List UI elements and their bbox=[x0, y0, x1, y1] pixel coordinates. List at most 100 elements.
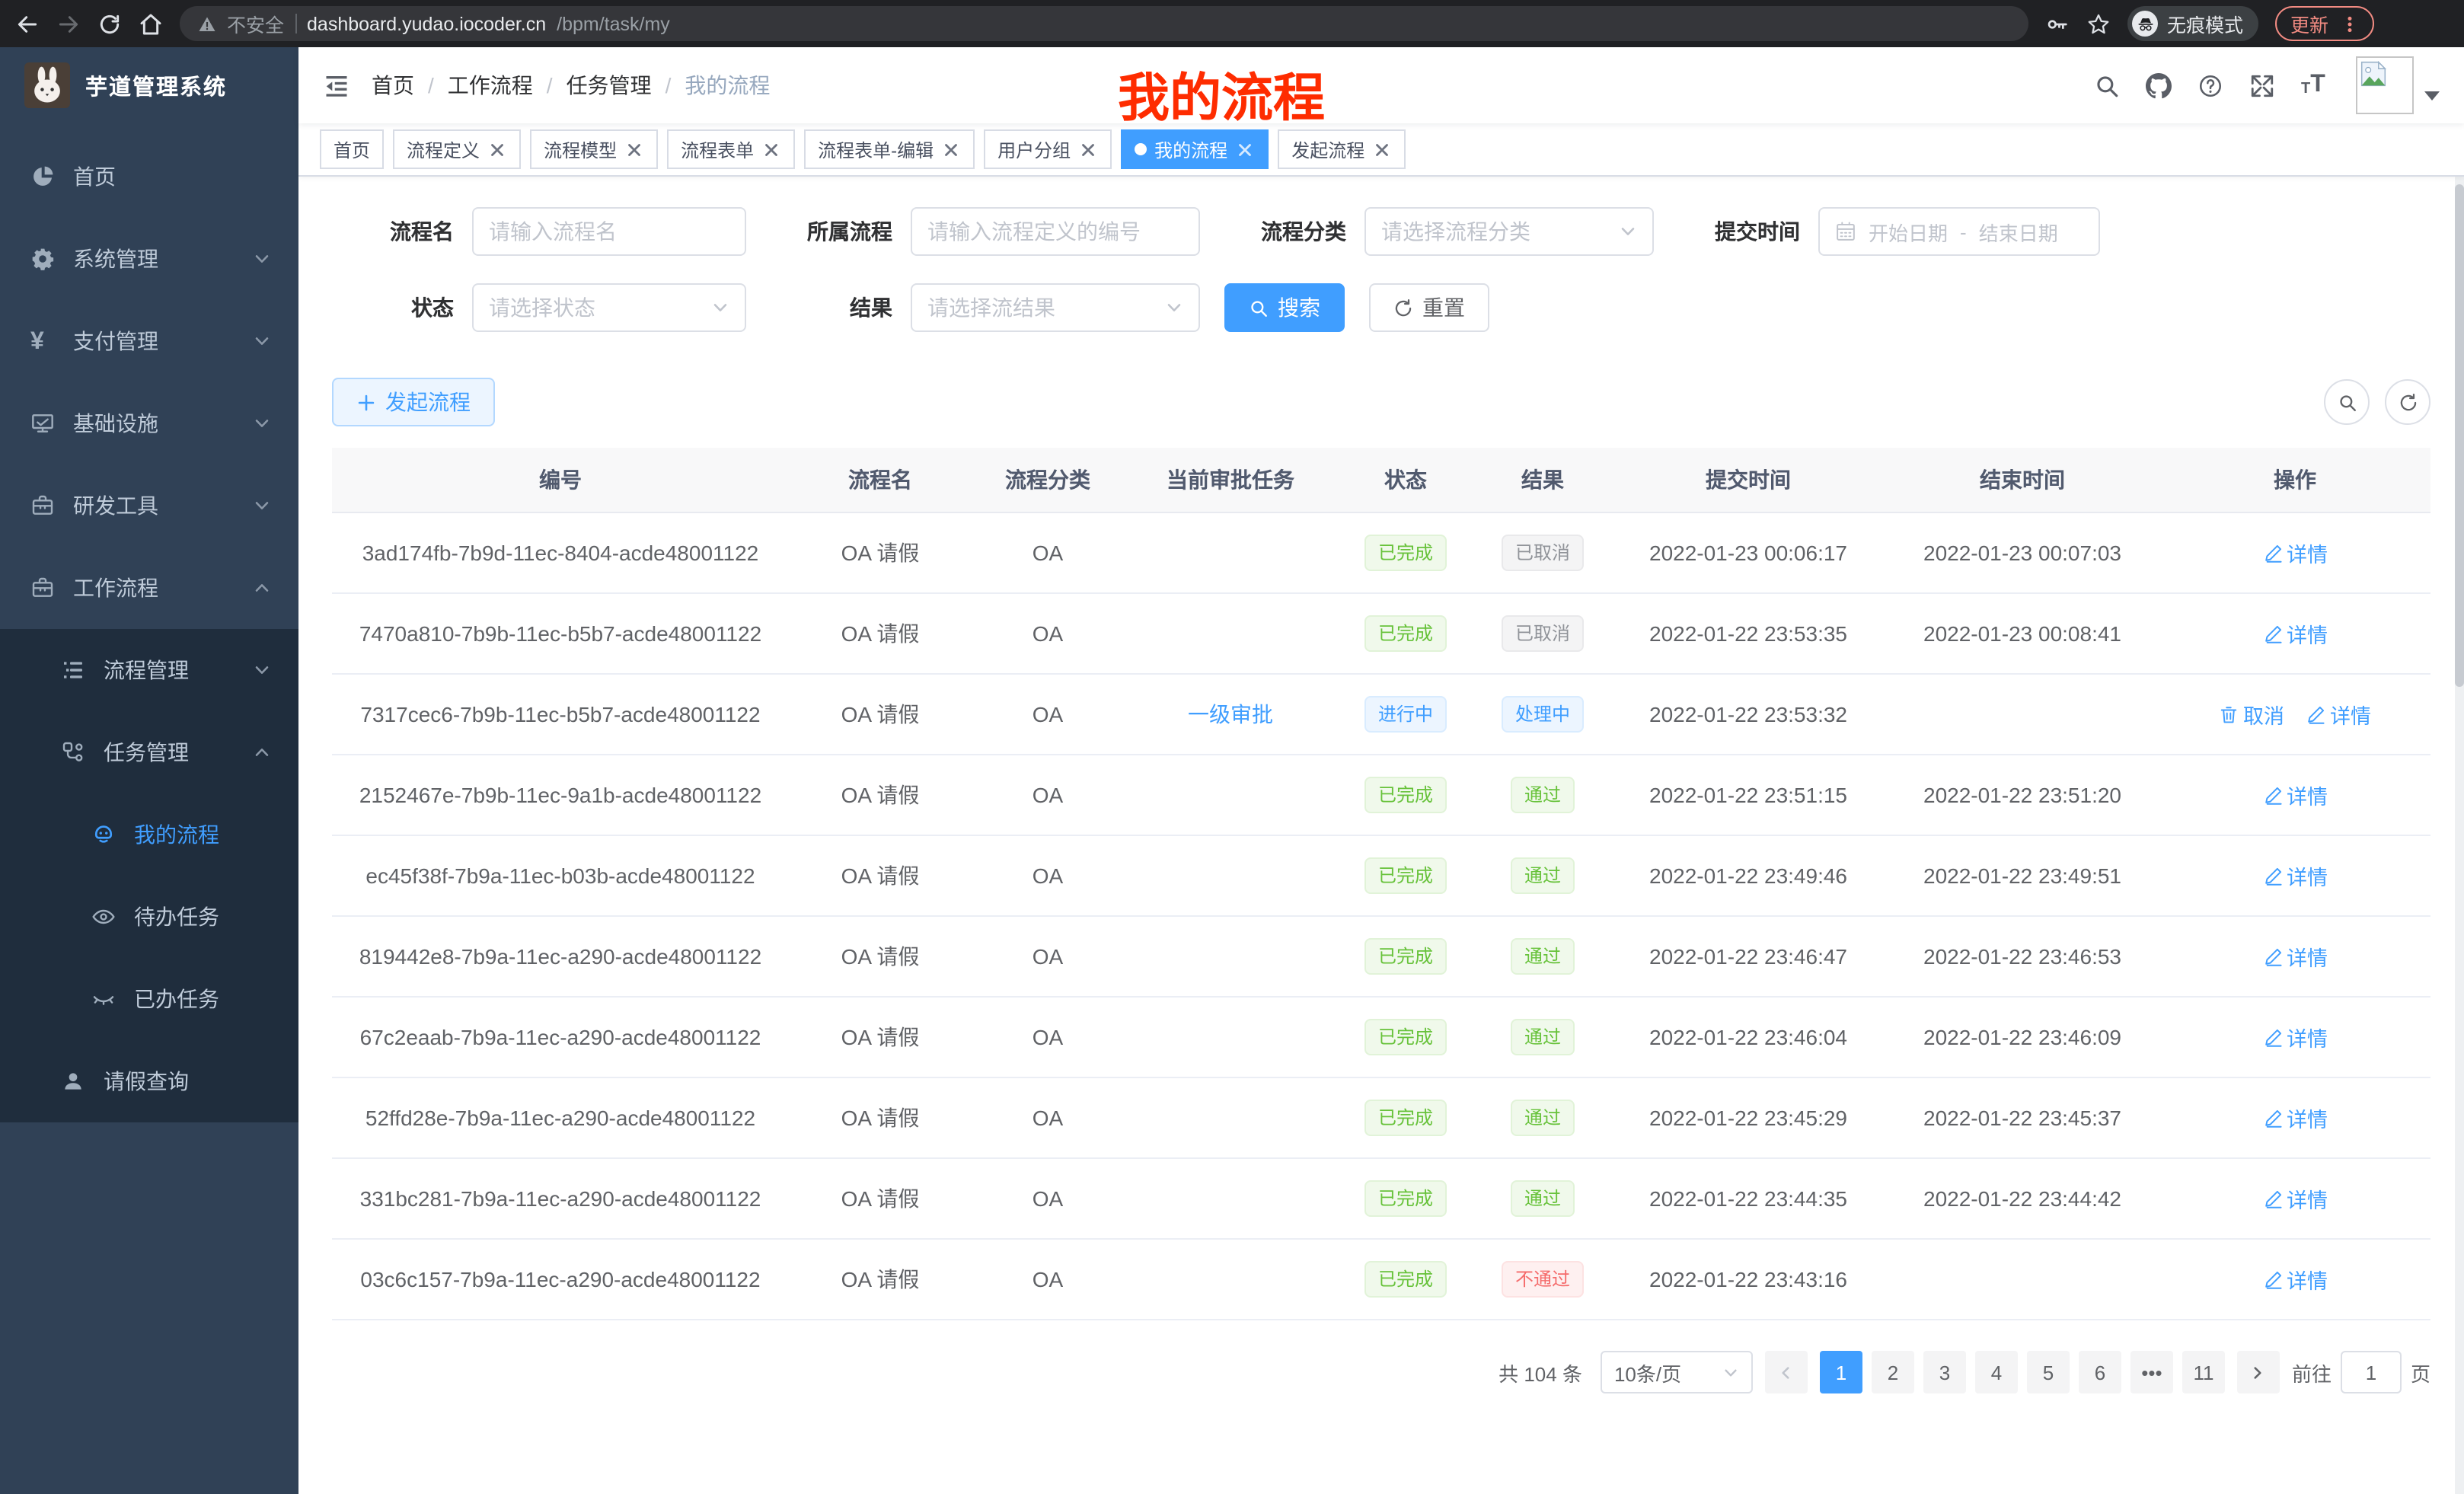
process-definition-input[interactable] bbox=[911, 207, 1200, 256]
user-menu[interactable] bbox=[2356, 56, 2440, 114]
tab-close-icon[interactable] bbox=[761, 139, 781, 159]
cell-current-task bbox=[1124, 916, 1337, 997]
sidebar-item-home[interactable]: 首页 bbox=[0, 136, 298, 218]
tab-发起流程[interactable]: 发起流程 bbox=[1278, 129, 1406, 169]
page-button-6[interactable]: 6 bbox=[2079, 1351, 2121, 1393]
result-badge: 通过 bbox=[1511, 938, 1575, 975]
scrollbar-thumb[interactable] bbox=[2455, 184, 2464, 687]
tab-close-icon[interactable] bbox=[1078, 139, 1098, 159]
sidebar-item-todo-task[interactable]: 待办任务 bbox=[0, 876, 298, 958]
scrollbar[interactable] bbox=[2455, 47, 2464, 1494]
tab-用户分组[interactable]: 用户分组 bbox=[984, 129, 1112, 169]
tab-流程定义[interactable]: 流程定义 bbox=[393, 129, 521, 169]
app-logo[interactable]: 芋道管理系统 bbox=[0, 47, 298, 123]
tab-close-icon[interactable] bbox=[487, 139, 507, 159]
breadcrumb-item[interactable]: 首页 bbox=[372, 70, 414, 101]
sidebar-item-label: 支付管理 bbox=[73, 326, 158, 356]
start-process-button[interactable]: 发起流程 bbox=[332, 378, 495, 426]
cell-process-name: OA 请假 bbox=[789, 916, 972, 997]
browser-menu-icon[interactable] bbox=[2341, 14, 2359, 33]
jump-page-input[interactable] bbox=[2341, 1351, 2402, 1393]
show-search-button[interactable] bbox=[2324, 379, 2370, 425]
page-button-5[interactable]: 5 bbox=[2027, 1351, 2070, 1393]
sidebar-item-system[interactable]: 系统管理 bbox=[0, 218, 298, 300]
page-size-select[interactable]: 10条/页 bbox=[1601, 1351, 1753, 1393]
browser-home-icon[interactable] bbox=[139, 11, 163, 36]
detail-action[interactable]: 详情 bbox=[2262, 618, 2328, 649]
date-range-picker[interactable]: 开始日期 - 结束日期 bbox=[1818, 207, 2100, 256]
detail-action[interactable]: 详情 bbox=[2306, 699, 2371, 729]
current-task-link[interactable]: 一级审批 bbox=[1188, 702, 1273, 726]
next-page-button[interactable] bbox=[2237, 1351, 2280, 1393]
detail-action[interactable]: 详情 bbox=[2262, 780, 2328, 810]
breadcrumb-item[interactable]: 任务管理 bbox=[567, 70, 652, 101]
detail-action[interactable]: 详情 bbox=[2262, 538, 2328, 568]
tab-流程表单-编辑[interactable]: 流程表单-编辑 bbox=[804, 129, 975, 169]
fullscreen-icon[interactable] bbox=[2249, 72, 2275, 98]
page-button-1[interactable]: 1 bbox=[1820, 1351, 1862, 1393]
refresh-table-button[interactable] bbox=[2385, 379, 2430, 425]
browser-forward-icon[interactable] bbox=[56, 11, 81, 36]
tab-流程模型[interactable]: 流程模型 bbox=[530, 129, 658, 169]
app-title: 芋道管理系统 bbox=[85, 69, 227, 101]
tab-close-icon[interactable] bbox=[624, 139, 644, 159]
header-search-icon[interactable] bbox=[2094, 72, 2120, 98]
sidebar-item-devtools[interactable]: 研发工具 bbox=[0, 464, 298, 547]
page-button-3[interactable]: 3 bbox=[1923, 1351, 1966, 1393]
cell-current-task bbox=[1124, 997, 1337, 1077]
search-button[interactable]: 搜索 bbox=[1224, 283, 1345, 332]
breadcrumb-item: 我的流程 bbox=[685, 70, 770, 101]
bookmark-star-icon[interactable] bbox=[2086, 11, 2111, 36]
page-button-11[interactable]: 11 bbox=[2182, 1351, 2225, 1393]
page-button-4[interactable]: 4 bbox=[1975, 1351, 2018, 1393]
detail-action[interactable]: 详情 bbox=[2262, 1264, 2328, 1294]
chevron-down-icon[interactable] bbox=[2424, 91, 2440, 101]
sidebar-item-process-mgr[interactable]: 流程管理 bbox=[0, 629, 298, 711]
page-ellipsis[interactable]: ••• bbox=[2130, 1351, 2173, 1393]
page-button-2[interactable]: 2 bbox=[1872, 1351, 1914, 1393]
password-key-icon[interactable] bbox=[2045, 11, 2070, 36]
category-select[interactable]: 请选择流程分类 bbox=[1364, 207, 1654, 256]
prev-page-button[interactable] bbox=[1765, 1351, 1808, 1393]
cancel-action[interactable]: 取消 bbox=[2219, 699, 2284, 729]
process-name-input[interactable] bbox=[472, 207, 746, 256]
detail-action[interactable]: 详情 bbox=[2262, 1103, 2328, 1133]
sidebar-item-my-process[interactable]: 我的流程 bbox=[0, 793, 298, 876]
sidebar-item-leave-query[interactable]: 请假查询 bbox=[0, 1040, 298, 1122]
status-select[interactable]: 请选择状态 bbox=[472, 283, 746, 332]
jump-prefix-label: 前往 bbox=[2292, 1358, 2332, 1387]
tab-close-icon[interactable] bbox=[941, 139, 961, 159]
tab-流程表单[interactable]: 流程表单 bbox=[667, 129, 795, 169]
detail-action[interactable]: 详情 bbox=[2262, 941, 2328, 972]
help-icon[interactable] bbox=[2197, 72, 2223, 98]
font-size-icon[interactable]: TT bbox=[2301, 72, 2327, 98]
chevron-left-icon bbox=[1778, 1364, 1795, 1381]
cell-status: 已完成 bbox=[1337, 1158, 1474, 1239]
tab-我的流程[interactable]: 我的流程 bbox=[1121, 129, 1269, 169]
github-icon[interactable] bbox=[2146, 72, 2172, 98]
address-bar[interactable]: 不安全 dashboard.yudao.iocoder.cn/bpm/task/… bbox=[180, 6, 2028, 41]
result-select[interactable]: 请选择流结果 bbox=[911, 283, 1200, 332]
sidebar-item-infra[interactable]: 基础设施 bbox=[0, 382, 298, 464]
tab-首页[interactable]: 首页 bbox=[320, 129, 384, 169]
sidebar-item-done-task[interactable]: 已办任务 bbox=[0, 958, 298, 1040]
sidebar-item-workflow[interactable]: 工作流程 bbox=[0, 547, 298, 629]
detail-action[interactable]: 详情 bbox=[2262, 1183, 2328, 1214]
detail-action[interactable]: 详情 bbox=[2262, 860, 2328, 891]
browser-update-button[interactable]: 更新 bbox=[2275, 6, 2374, 41]
tab-close-icon[interactable] bbox=[1235, 139, 1255, 159]
breadcrumb-item[interactable]: 工作流程 bbox=[448, 70, 533, 101]
sidebar-collapse-icon[interactable] bbox=[323, 72, 350, 99]
sidebar-item-task-mgr[interactable]: 任务管理 bbox=[0, 711, 298, 793]
reset-button[interactable]: 重置 bbox=[1369, 283, 1489, 332]
sidebar-item-payment[interactable]: ¥支付管理 bbox=[0, 300, 298, 382]
browser-back-icon[interactable] bbox=[15, 11, 40, 36]
tab-close-icon[interactable] bbox=[1372, 139, 1392, 159]
active-dot bbox=[1135, 143, 1147, 155]
avatar[interactable] bbox=[2356, 56, 2414, 114]
user-icon bbox=[61, 1069, 85, 1093]
cell-process-name: OA 请假 bbox=[789, 593, 972, 674]
browser-reload-icon[interactable] bbox=[97, 11, 122, 36]
detail-action[interactable]: 详情 bbox=[2262, 1022, 2328, 1052]
sidebar-item-label: 流程管理 bbox=[104, 655, 189, 685]
